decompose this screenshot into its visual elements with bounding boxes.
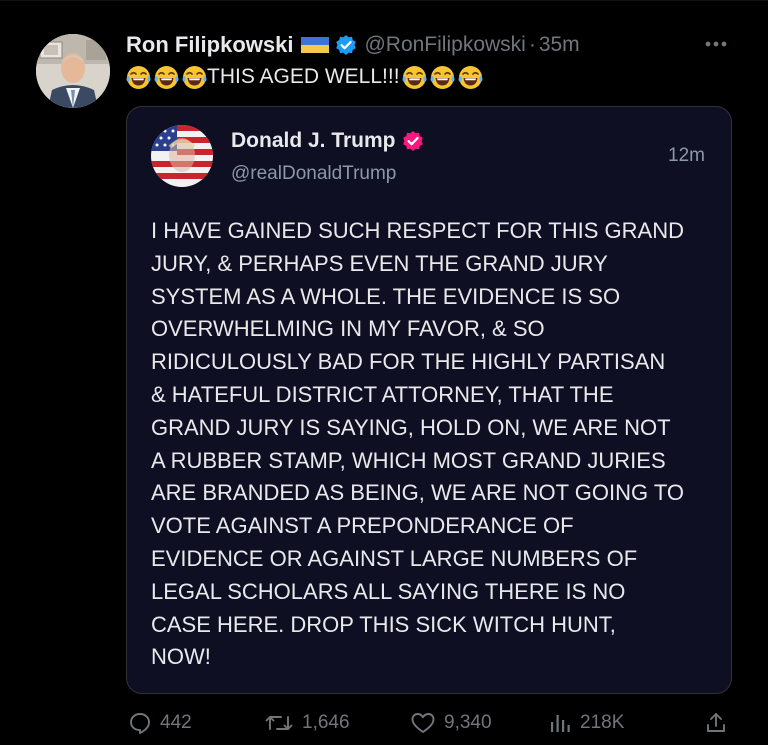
quoted-post-text: I HAVE GAINED SUCH RESPECT FOR THIS GRAN… [151,218,685,670]
reply-count: 442 [160,712,192,733]
face-with-tears-of-joy-icon [154,65,179,90]
face-with-tears-of-joy-icon [430,65,455,90]
author-avatar[interactable] [36,34,110,108]
share-icon [704,711,728,735]
top-divider [0,0,768,1]
face-with-tears-of-joy-icon [402,65,427,90]
emoji-group-leading [126,65,207,90]
ukraine-flag-icon [301,35,330,55]
verified-badge-blue-icon[interactable] [335,34,357,56]
quoted-author-avatar-image [151,125,213,187]
tweet-text: THIS AGED WELL!!! [126,62,483,92]
more-horizontal-icon[interactable] [700,36,732,52]
like-count: 9,340 [444,712,492,733]
share-button[interactable] [704,708,728,738]
quoted-post-card[interactable]: Donald J. Trump @realDonaldTrump 12m I H… [126,106,732,694]
reply-icon [128,711,152,735]
author-display-name[interactable]: Ron Filipkowski [126,32,293,58]
meta-separator: · [528,33,536,56]
quoted-author-avatar[interactable] [151,125,213,187]
author-handle[interactable]: @RonFilipkowski [364,33,525,57]
quoted-author-name-row: Donald J. Trump [231,129,424,153]
verified-badge-red-icon[interactable] [402,130,424,152]
views-button[interactable]: 218K [548,708,624,738]
tweet-text-content: THIS AGED WELL!!! [207,65,400,88]
author-avatar-image [36,34,110,108]
face-with-tears-of-joy-icon [458,65,483,90]
heart-icon [410,711,436,735]
emoji-group-trailing [402,65,483,90]
tweet-header: Ron Filipkowski @RonFilipkowski · 35m [126,30,580,60]
reply-button[interactable]: 442 [128,708,192,738]
quoted-post-timestamp[interactable]: 12m [668,145,705,167]
views-chart-icon [548,711,572,735]
tweet-action-bar: 442 1,646 9,340 218K [0,704,768,740]
face-with-tears-of-joy-icon [182,65,207,90]
views-count: 218K [580,712,625,733]
repost-count: 1,646 [302,712,350,733]
quoted-author-display-name[interactable]: Donald J. Trump [231,129,396,153]
quoted-author-handle[interactable]: @realDonaldTrump [231,163,396,185]
face-with-tears-of-joy-icon [126,65,151,90]
repost-icon [264,711,294,735]
repost-button[interactable]: 1,646 [264,708,350,738]
like-button[interactable]: 9,340 [410,708,492,738]
tweet-timestamp[interactable]: 35m [539,33,580,57]
